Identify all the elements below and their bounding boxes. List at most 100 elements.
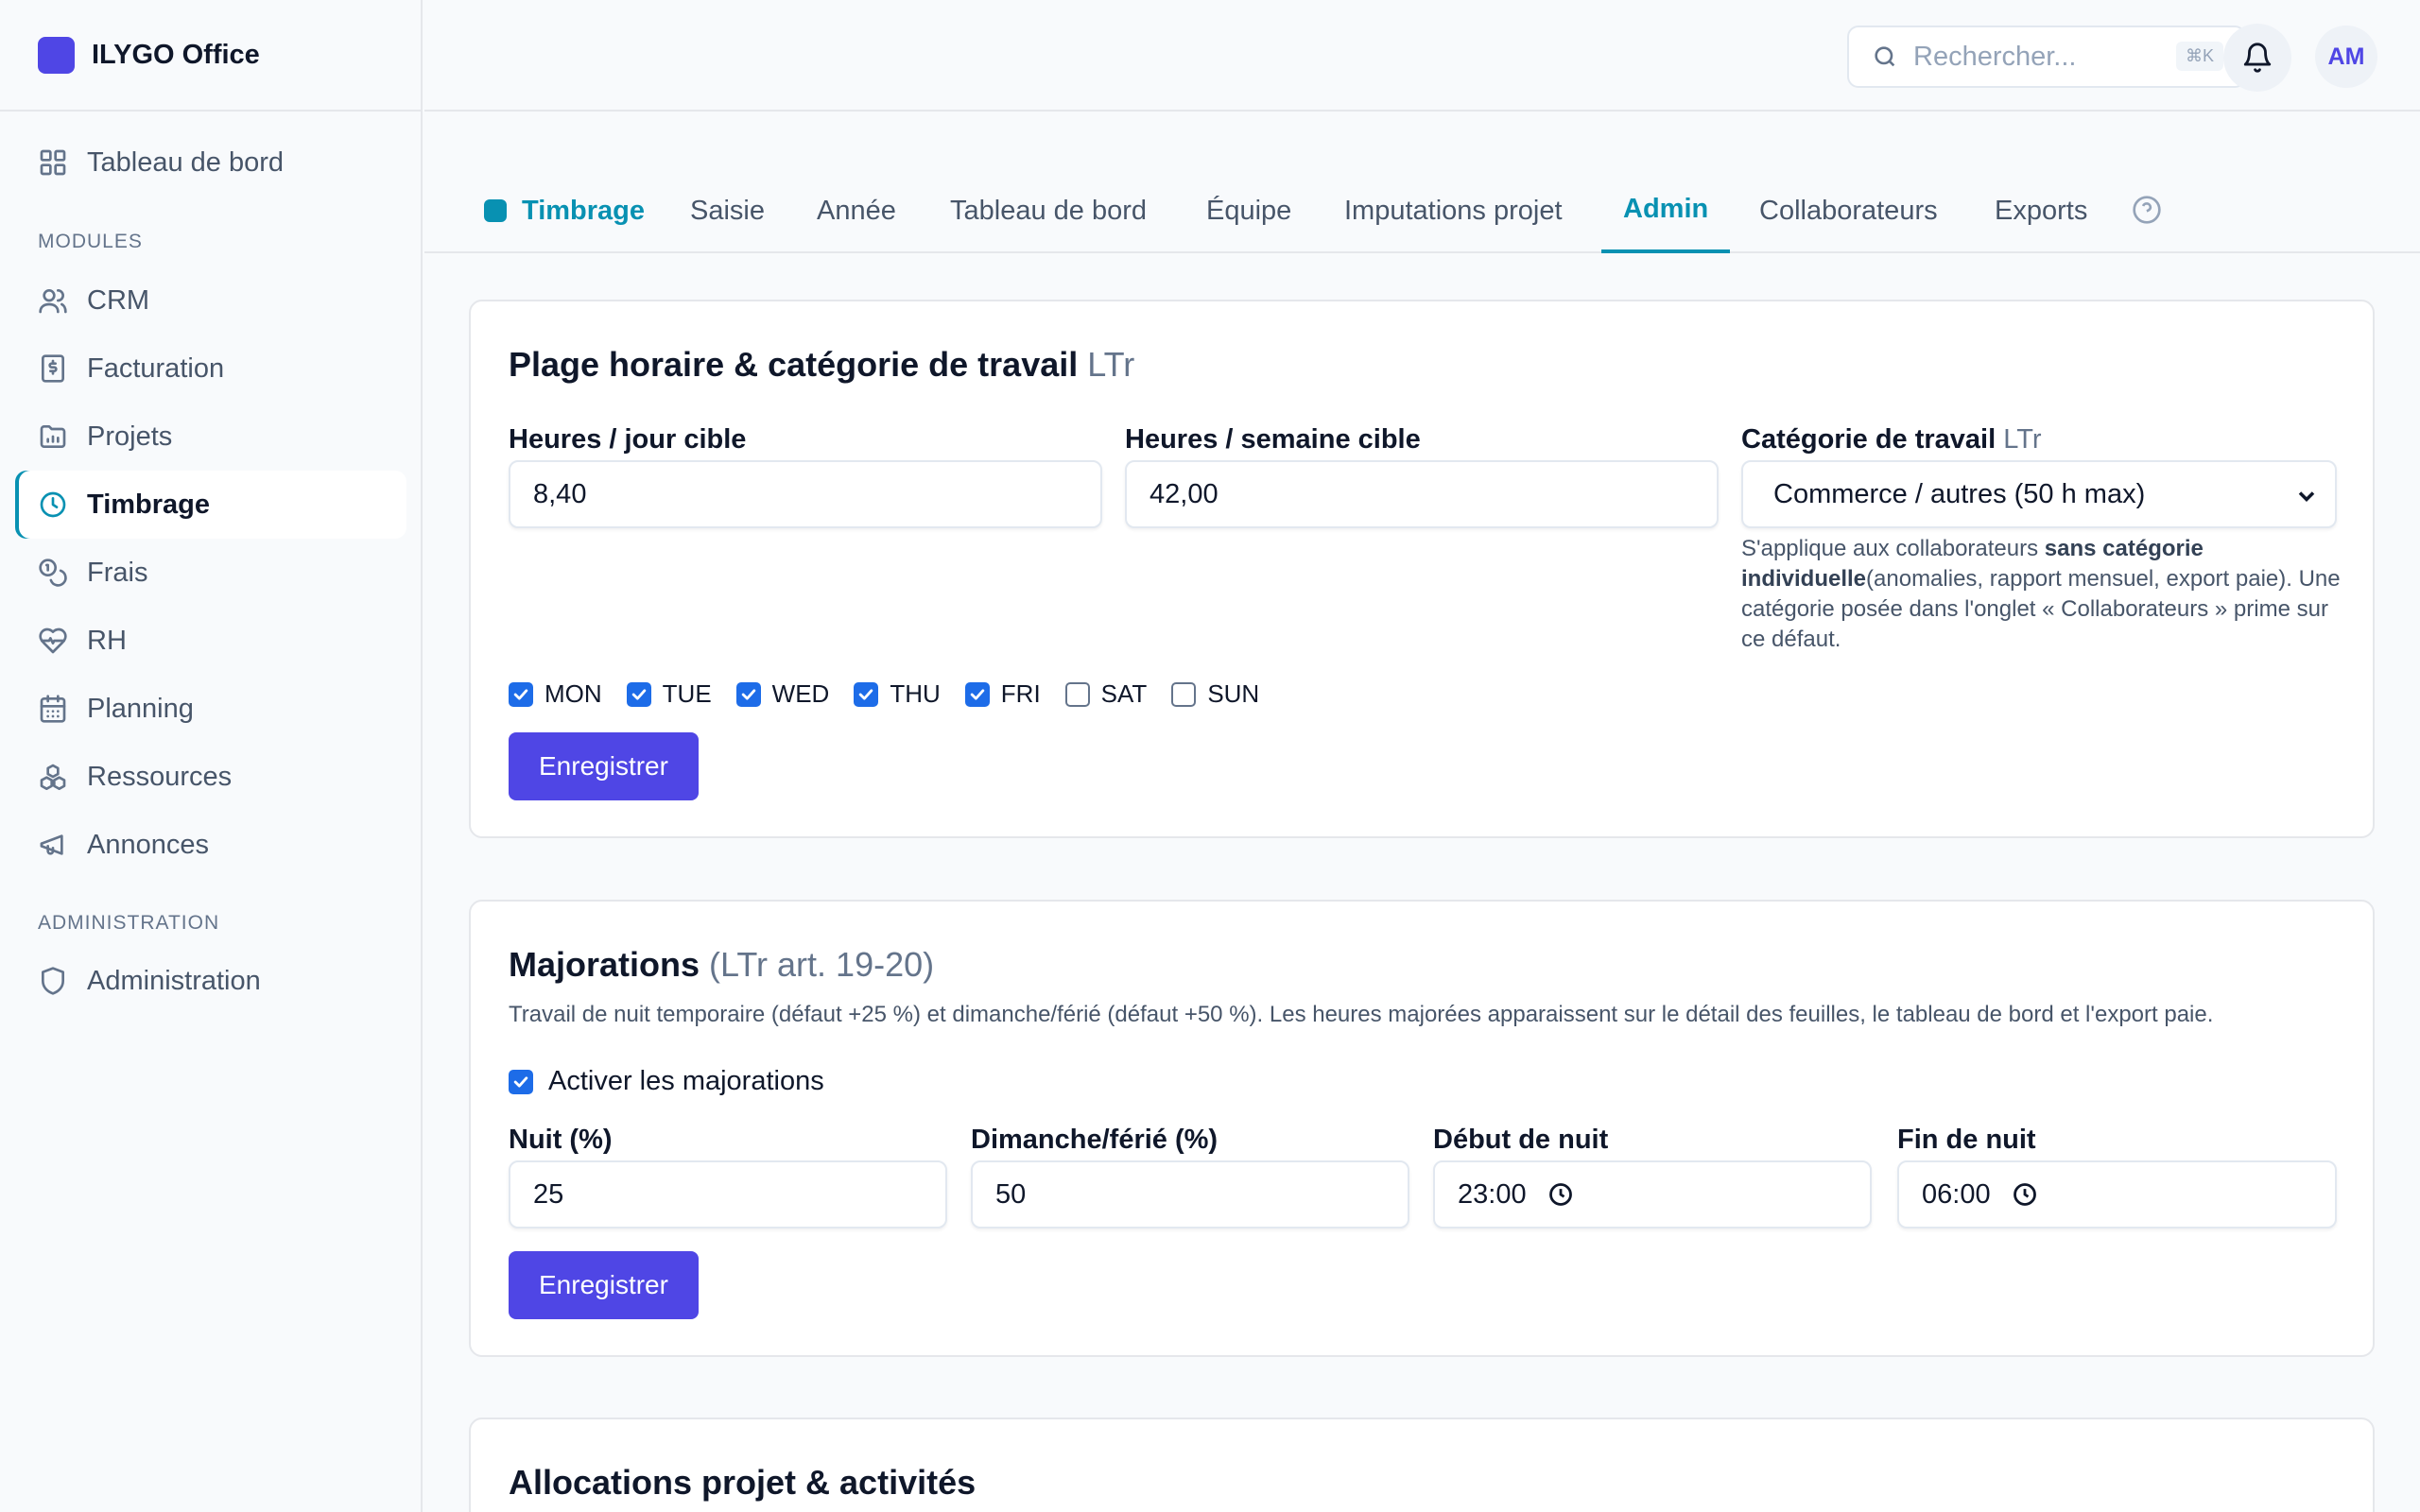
sidebar-item-ressources[interactable]: Ressources [15, 743, 406, 811]
sidebar-item-label: Annonces [87, 829, 209, 860]
day-checkbox-thu[interactable]: THU [854, 679, 941, 709]
tab-imputations-projet[interactable]: Imputations projet [1344, 168, 1563, 253]
night-start-label: Début de nuit [1433, 1125, 1609, 1155]
tab-module-timbrage[interactable]: Timbrage [484, 168, 645, 253]
notifications-button[interactable] [2223, 24, 2291, 92]
sunday-percent-input[interactable]: 50 [971, 1160, 1409, 1228]
heart-pulse-icon [38, 626, 68, 656]
checkbox-checked[interactable] [509, 1069, 533, 1094]
majorations-description: Travail de nuit temporaire (défaut +25 %… [509, 1002, 2214, 1027]
sidebar-item-label: Planning [87, 693, 194, 724]
search-input[interactable]: Rechercher... ⌘K [1847, 26, 2246, 88]
day-label: FRI [1000, 679, 1041, 708]
enable-majorations-checkbox[interactable]: Activer les majorations [509, 1066, 824, 1097]
tab-annee[interactable]: Année [817, 168, 896, 253]
sidebar-item-label: Frais [87, 557, 148, 588]
sidebar-item-administration[interactable]: Administration [15, 947, 406, 1015]
card-majorations: Majorations (LTr art. 19-20) Travail de … [469, 900, 2375, 1357]
workdays-checkboxes: MON TUE WED THU FRI SAT SUN [509, 679, 1284, 709]
sidebar-item-label: Administration [87, 965, 261, 996]
day-checkbox-sat[interactable]: SAT [1064, 679, 1147, 709]
night-end-input[interactable]: 06:00 [1897, 1160, 2337, 1228]
checkbox-checked[interactable] [626, 681, 651, 707]
folder-icon [38, 421, 68, 452]
sidebar-item-dashboard[interactable]: Tableau de bord [15, 129, 406, 197]
sidebar-item-rh[interactable]: RH [15, 607, 406, 675]
tab-admin[interactable]: Admin [1601, 168, 1731, 253]
day-checkbox-tue[interactable]: TUE [626, 679, 712, 709]
checkbox-checked[interactable] [509, 681, 533, 707]
day-label: MON [544, 679, 602, 708]
invoice-icon [38, 353, 68, 384]
brand-name: ILYGO Office [92, 39, 260, 70]
sidebar-item-label: Projets [87, 421, 173, 452]
clock-icon[interactable] [2012, 1181, 2038, 1208]
day-checkbox-wed[interactable]: WED [735, 679, 830, 709]
hours-day-input[interactable]: 8,40 [509, 460, 1102, 528]
sidebar-item-timbrage[interactable]: Timbrage [15, 471, 406, 539]
category-label-suffix: LTr [2003, 424, 2042, 455]
sidebar-item-planning[interactable]: Planning [15, 675, 406, 743]
bell-icon [2243, 43, 2272, 73]
category-select[interactable]: Commerce / autres (50 h max) [1741, 460, 2337, 528]
tab-equipe[interactable]: Équipe [1206, 168, 1291, 253]
night-start-input[interactable]: 23:00 [1433, 1160, 1872, 1228]
tab-label: Timbrage [522, 195, 646, 226]
day-label: THU [890, 679, 941, 708]
sidebar-item-crm[interactable]: CRM [15, 266, 406, 335]
brand[interactable]: ILYGO Office [0, 0, 421, 112]
checkbox-checked[interactable] [854, 681, 879, 707]
help-icon[interactable] [2132, 195, 2162, 225]
tab-saisie[interactable]: Saisie [690, 168, 765, 253]
card-title-suffix: LTr [1087, 345, 1135, 384]
category-hint: S'applique aux collaborateurs sans catég… [1741, 534, 2346, 655]
clock-icon[interactable] [1547, 1181, 1574, 1208]
day-label: WED [771, 679, 830, 708]
coins-icon [38, 558, 68, 588]
category-label-text: Catégorie de travail [1741, 424, 1996, 455]
night-percent-input[interactable]: 25 [509, 1160, 947, 1228]
topbar: Rechercher... ⌘K AM [424, 0, 2420, 112]
card-title-text: Majorations [509, 945, 700, 984]
day-checkbox-fri[interactable]: FRI [964, 679, 1041, 709]
sidebar-item-label: Timbrage [87, 489, 211, 520]
sidebar-item-facturation[interactable]: Facturation [15, 335, 406, 403]
boxes-icon [38, 762, 68, 792]
module-tabs: Timbrage Saisie Année Tableau de bord Éq… [424, 168, 2420, 253]
night-end-label: Fin de nuit [1897, 1125, 2036, 1155]
day-checkbox-sun[interactable]: SUN [1171, 679, 1259, 709]
sidebar-item-label: Ressources [87, 761, 233, 792]
card-allocations: Allocations projet & activités [469, 1418, 2375, 1512]
sidebar-item-annonces[interactable]: Annonces [15, 811, 406, 879]
clock-icon [38, 490, 68, 520]
save-plage-button[interactable]: Enregistrer [509, 732, 699, 800]
checkbox-checked[interactable] [735, 681, 761, 707]
tab-exports[interactable]: Exports [1995, 168, 2087, 253]
hours-day-label: Heures / jour cible [509, 424, 747, 455]
search-icon [1875, 46, 1895, 67]
checkbox-unchecked[interactable] [1171, 681, 1197, 707]
time-value: 06:00 [1922, 1178, 1991, 1210]
card-plage-horaire: Plage horaire & catégorie de travail LTr… [469, 300, 2375, 838]
tab-collaborateurs[interactable]: Collaborateurs [1759, 168, 1938, 253]
day-checkbox-mon[interactable]: MON [509, 679, 602, 709]
avatar[interactable]: AM [2315, 26, 2377, 88]
hours-week-label: Heures / semaine cible [1125, 424, 1421, 455]
sidebar: ILYGO Office Tableau de bord MODULES CRM… [0, 0, 423, 1512]
card-title-text: Plage horaire & catégorie de travail [509, 345, 1079, 384]
card-title-suffix: (LTr art. 19-20) [709, 945, 935, 984]
checkbox-label: Activer les majorations [548, 1066, 824, 1096]
sidebar-item-projets[interactable]: Projets [15, 403, 406, 471]
save-majorations-button[interactable]: Enregistrer [509, 1251, 699, 1319]
checkbox-unchecked[interactable] [1064, 681, 1090, 707]
section-label-administration: ADMINISTRATION [38, 912, 220, 934]
sidebar-item-label: CRM [87, 284, 150, 316]
hint-text: S'applique aux collaborateurs [1741, 536, 2045, 561]
tab-tableau-de-bord[interactable]: Tableau de bord [950, 168, 1147, 253]
calendar-icon [38, 694, 68, 724]
hours-week-input[interactable]: 42,00 [1125, 460, 1719, 528]
sidebar-item-frais[interactable]: Frais [15, 539, 406, 607]
sunday-percent-label: Dimanche/férié (%) [971, 1125, 1219, 1155]
checkbox-checked[interactable] [964, 681, 990, 707]
section-label-modules: MODULES [38, 231, 143, 252]
